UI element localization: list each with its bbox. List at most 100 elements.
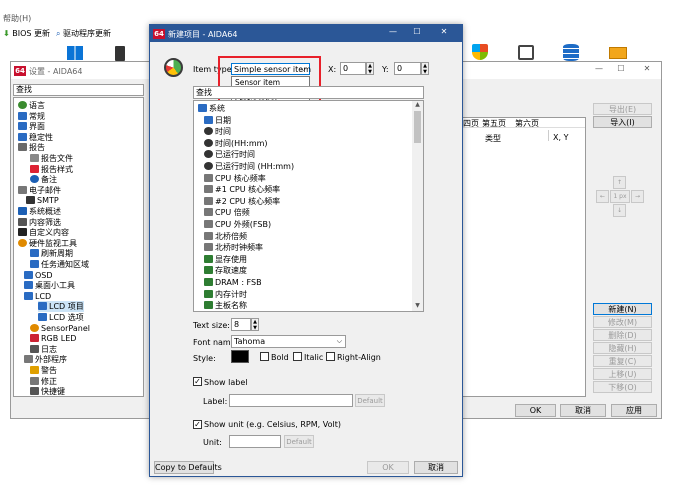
copy-defaults-button[interactable]: Copy to Defaults [154, 461, 222, 474]
italic-checkbox[interactable] [293, 352, 302, 361]
settings-tree-item[interactable]: SMTP [26, 195, 59, 206]
panel-icon[interactable] [609, 47, 627, 59]
move-down-arrow[interactable]: ↓ [613, 204, 626, 217]
sensor-group[interactable]: 系统 [198, 103, 225, 114]
settings-tree-item[interactable]: 备注 [30, 174, 57, 185]
sensor-item[interactable]: CPU 外频(FSB) [204, 219, 271, 230]
settings-tree-item[interactable]: 任务通知区域 [30, 259, 89, 270]
sensor-item[interactable]: 时间 [204, 126, 231, 137]
close-button[interactable]: ✕ [640, 64, 654, 76]
move-left-arrow[interactable]: ← [596, 190, 609, 203]
sensor-item[interactable]: #2 CPU 核心频率 [204, 196, 280, 207]
settings-tree-item[interactable]: OSD [24, 270, 53, 281]
unit-input[interactable] [229, 435, 281, 448]
settings-tree-item[interactable]: 语言 [18, 100, 45, 111]
settings-apply-button[interactable]: 应用 [611, 404, 657, 417]
text-size-input[interactable]: 8 [231, 318, 251, 331]
settings-tree-item[interactable]: 桌面小工具 [24, 280, 75, 291]
export-button[interactable]: 导出(E) [593, 103, 652, 115]
show-label-checkbox[interactable]: ✓ [193, 377, 202, 386]
minimize-button[interactable]: — [592, 64, 606, 76]
windows-icon[interactable] [67, 46, 83, 60]
settings-ok-button[interactable]: OK [515, 404, 556, 417]
settings-tree-item[interactable]: 硬件监视工具 [18, 238, 77, 249]
move-right-arrow[interactable]: → [631, 190, 644, 203]
settings-tree-item[interactable]: 刷新周期 [30, 248, 73, 259]
maximize-button[interactable]: ☐ [614, 64, 628, 76]
settings-tree-item[interactable]: 报告样式 [30, 164, 73, 175]
settings-tree-item[interactable]: 常规 [18, 111, 45, 122]
move-step[interactable]: 1 px [610, 190, 630, 203]
sensor-item[interactable]: 已运行时间 (HH:mm) [204, 161, 294, 172]
label-input[interactable] [229, 394, 353, 407]
dialog-minimize-button[interactable]: — [386, 27, 400, 39]
scroll-down-arrow[interactable]: ▼ [413, 302, 422, 311]
x-stepper[interactable]: ▲ ▼ [366, 62, 374, 75]
settings-tree-item[interactable]: 警告 [30, 365, 57, 376]
unit-default-button[interactable]: Default [284, 435, 314, 448]
y-input[interactable]: 0 [394, 62, 421, 75]
label-default-button[interactable]: Default [355, 394, 385, 407]
color-swatch[interactable] [231, 350, 249, 363]
sensor-item[interactable]: CPU 核心频率 [204, 173, 266, 184]
settings-tree-item[interactable]: 稳定性 [18, 132, 53, 143]
server-icon[interactable] [115, 46, 125, 61]
settings-tree-item[interactable]: 报告文件 [30, 153, 73, 164]
settings-tree-item[interactable]: 外部程序 [24, 354, 67, 365]
sensor-item[interactable]: 已运行时间 [204, 149, 255, 160]
settings-tree-item[interactable]: LCD 项目 [38, 301, 84, 313]
settings-tree-item[interactable]: RGB LED [30, 333, 76, 344]
sensor-item[interactable]: 日期 [204, 115, 231, 126]
network-icon[interactable] [518, 45, 534, 60]
bold-checkbox[interactable] [260, 352, 269, 361]
sensor-item[interactable]: 北桥倍频 [204, 231, 247, 242]
sensor-item[interactable]: 时间(HH:mm) [204, 138, 268, 149]
scroll-up-arrow[interactable]: ▲ [413, 101, 422, 110]
sensor-item[interactable]: DRAM : FSB [204, 277, 262, 288]
settings-tree-item[interactable]: 电子邮件 [18, 185, 61, 196]
move-down-button[interactable]: 下移(O) [593, 381, 652, 393]
sensor-item[interactable]: 北桥时钟频率 [204, 242, 263, 253]
sensor-item[interactable]: 内存计时 [204, 289, 247, 300]
import-button[interactable]: 导入(I) [593, 116, 652, 128]
dialog-cancel-button[interactable]: 取消 [414, 461, 458, 474]
new-item-button[interactable]: 新建(N) [593, 303, 652, 315]
bios-update-button[interactable]: ⬇ BIOS 更新 [3, 28, 59, 40]
y-stepper[interactable]: ▲ ▼ [421, 62, 429, 75]
font-name-select[interactable]: Tahoma ⌵ [231, 335, 346, 348]
settings-tree-item[interactable]: 报告 [18, 142, 45, 153]
settings-tree-item[interactable]: LCD 选项 [38, 312, 84, 323]
sensor-item[interactable]: #1 CPU 核心频率 [204, 184, 280, 195]
driver-update-button[interactable]: ⌕ 驱动程序更新 [56, 28, 136, 40]
dialog-close-button[interactable]: ✕ [437, 27, 451, 39]
dialog-ok-button[interactable]: OK [367, 461, 409, 474]
scroll-thumb[interactable] [414, 111, 421, 143]
settings-tree-item[interactable]: SensorPanel [30, 323, 90, 334]
settings-tree-item[interactable]: 界面 [18, 121, 45, 132]
settings-tree-item[interactable]: 日志 [30, 344, 57, 355]
dialog-search-input[interactable]: 查找 [193, 86, 424, 99]
sensor-item[interactable]: 主板名称 [204, 300, 247, 311]
move-up-arrow[interactable]: ↑ [613, 176, 626, 189]
settings-search-input[interactable]: 查找 [13, 84, 144, 96]
duplicate-item-button[interactable]: 重复(C) [593, 355, 652, 367]
dialog-maximize-button[interactable]: ☐ [410, 27, 424, 39]
sensor-item[interactable]: CPU 倍频 [204, 207, 250, 218]
settings-tree-item[interactable]: 自定义内容 [18, 227, 69, 238]
help-menu[interactable]: 帮助(H) [3, 13, 31, 24]
hide-item-button[interactable]: 隐藏(H) [593, 342, 652, 354]
text-size-stepper[interactable]: ▲ ▼ [251, 318, 259, 331]
settings-tree-item[interactable]: 内容筛选 [18, 217, 61, 228]
settings-cancel-button[interactable]: 取消 [560, 404, 606, 417]
sensor-item[interactable]: 存取速度 [204, 265, 247, 276]
shield-icon[interactable] [472, 44, 488, 60]
sensor-item[interactable]: 显存使用 [204, 254, 247, 265]
move-up-button[interactable]: 上移(U) [593, 368, 652, 380]
x-input[interactable]: 0 [340, 62, 366, 75]
settings-tree-item[interactable]: 修正 [30, 376, 57, 387]
right-align-checkbox[interactable] [326, 352, 335, 361]
settings-tree-item[interactable]: 快捷键 [30, 386, 65, 397]
show-unit-checkbox[interactable]: ✓ [193, 420, 202, 429]
delete-item-button[interactable]: 删除(D) [593, 329, 652, 341]
settings-tree-item[interactable]: LCD [24, 291, 51, 302]
